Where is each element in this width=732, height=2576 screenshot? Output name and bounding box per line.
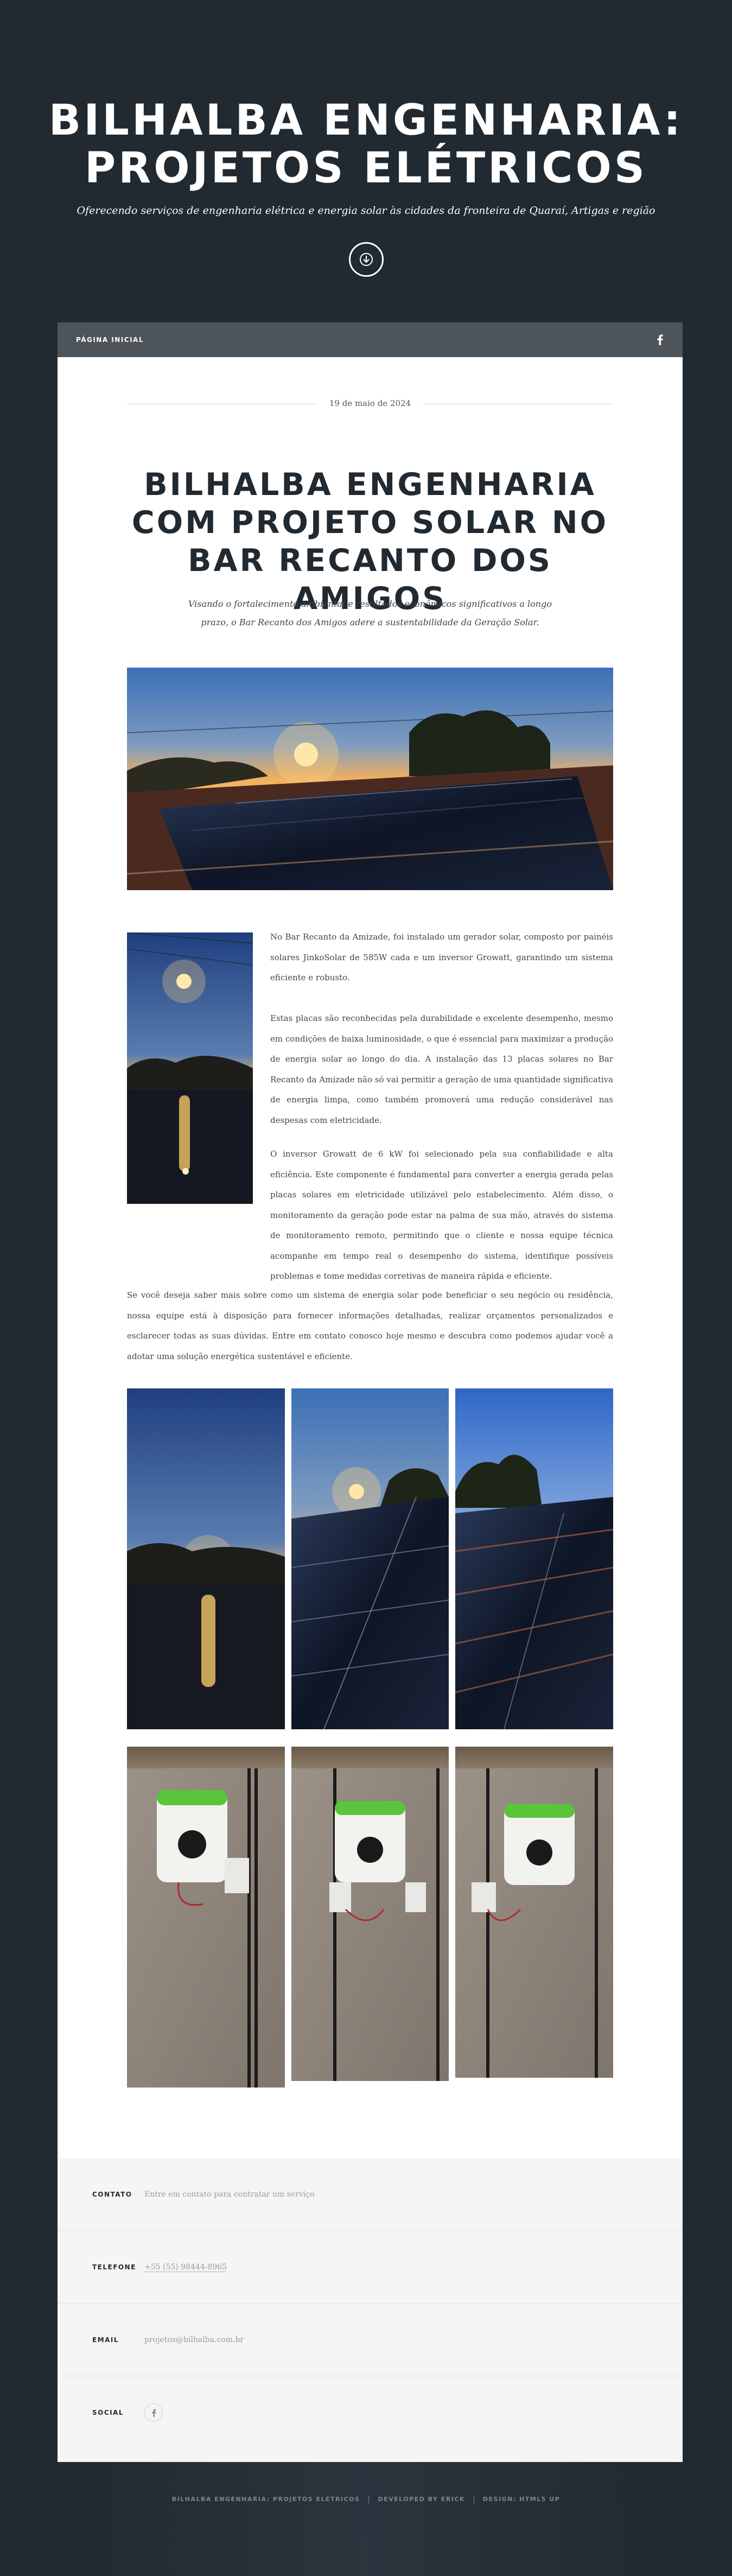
paragraph-2-text: Estas placas são reconhecidas pela durab… <box>270 1013 613 1125</box>
gallery-sunset-reflection <box>127 1388 285 1729</box>
top-navigation: PÁGINA INICIAL <box>58 322 683 357</box>
facebook-icon <box>151 2408 156 2417</box>
gallery-panels-blue-sky <box>455 1388 613 1729</box>
site-tagline: Oferecendo serviços de engenharia elétri… <box>77 205 655 217</box>
site-title: BILHALBA ENGENHARIA: PROJETOS ELÉTRICOS <box>48 96 684 193</box>
footer-contact-row: CONTATO Entre em contato para contratar … <box>58 2158 683 2231</box>
paragraph-1: No Bar Recanto da Amizade, foi instalado… <box>270 927 613 988</box>
post-date-row: 19 de maio de 2024 <box>127 395 613 411</box>
contact-label: CONTATO <box>92 2191 132 2198</box>
featured-image <box>127 668 613 890</box>
paragraph-4: Se você deseja saber mais sobre como um … <box>127 1285 613 1367</box>
nav-facebook-link[interactable] <box>653 333 666 346</box>
footer-email-row: EMAIL projetos@bilhalba.com.br <box>58 2304 683 2376</box>
paragraph-3-text: O inversor Growatt de 6 kW foi seleciona… <box>270 1149 613 1281</box>
paragraph-4-text: Se você deseja saber mais sobre como um … <box>127 1290 613 1361</box>
post-date: 19 de maio de 2024 <box>329 398 411 408</box>
nav-home-link[interactable]: PÁGINA INICIAL <box>58 322 162 357</box>
email-link[interactable]: projetos@bilhalba.com.br <box>144 2304 244 2376</box>
post-article: 19 de maio de 2024 BILHALBA ENGENHARIA C… <box>58 357 683 2158</box>
email-label: EMAIL <box>92 2336 119 2344</box>
footer-social-row: SOCIAL <box>58 2376 683 2449</box>
social-label: SOCIAL <box>92 2409 124 2416</box>
paragraph-3: O inversor Growatt de 6 kW foi seleciona… <box>127 1144 613 1287</box>
footer-phone-row: TELEFONE +55 (55) 98444-8965 <box>58 2231 683 2304</box>
paragraph-1-text: No Bar Recanto da Amizade, foi instalado… <box>270 932 613 982</box>
intro-header: BILHALBA ENGENHARIA: PROJETOS ELÉTRICOS … <box>0 0 732 322</box>
phone-link[interactable]: +55 (55) 98444-8965 <box>144 2231 227 2304</box>
gallery-inverter-3 <box>455 1747 613 2078</box>
copyright-site: BILHALBA ENGENHARIA: PROJETOS ELÉTRICOS <box>171 2496 360 2503</box>
copyright-bar: BILHALBA ENGENHARIA: PROJETOS ELÉTRICOS D… <box>0 2491 732 2508</box>
scroll-down-button[interactable] <box>349 242 384 277</box>
paragraph-2: Estas placas são reconhecidas pela durab… <box>270 1008 613 1131</box>
gallery-inverter-1 <box>127 1747 285 2088</box>
copyright-developer: DEVELOPED BY ERICK <box>378 2496 465 2503</box>
gallery-inverter-2 <box>291 1747 449 2081</box>
facebook-icon <box>657 334 663 345</box>
arrow-down-icon <box>360 253 373 266</box>
footer-facebook-link[interactable] <box>144 2403 163 2422</box>
phone-label: TELEFONE <box>92 2263 136 2271</box>
contact-footer: CONTATO Entre em contato para contratar … <box>58 2158 683 2462</box>
post-lead: Visando o fortalecimento ambiental e res… <box>188 599 552 627</box>
copyright-design-link[interactable]: DESIGN: HTML5 UP <box>483 2496 560 2503</box>
contact-value: Entre em contato para contratar um servi… <box>144 2190 315 2199</box>
gallery-panels-sunset <box>291 1388 449 1729</box>
